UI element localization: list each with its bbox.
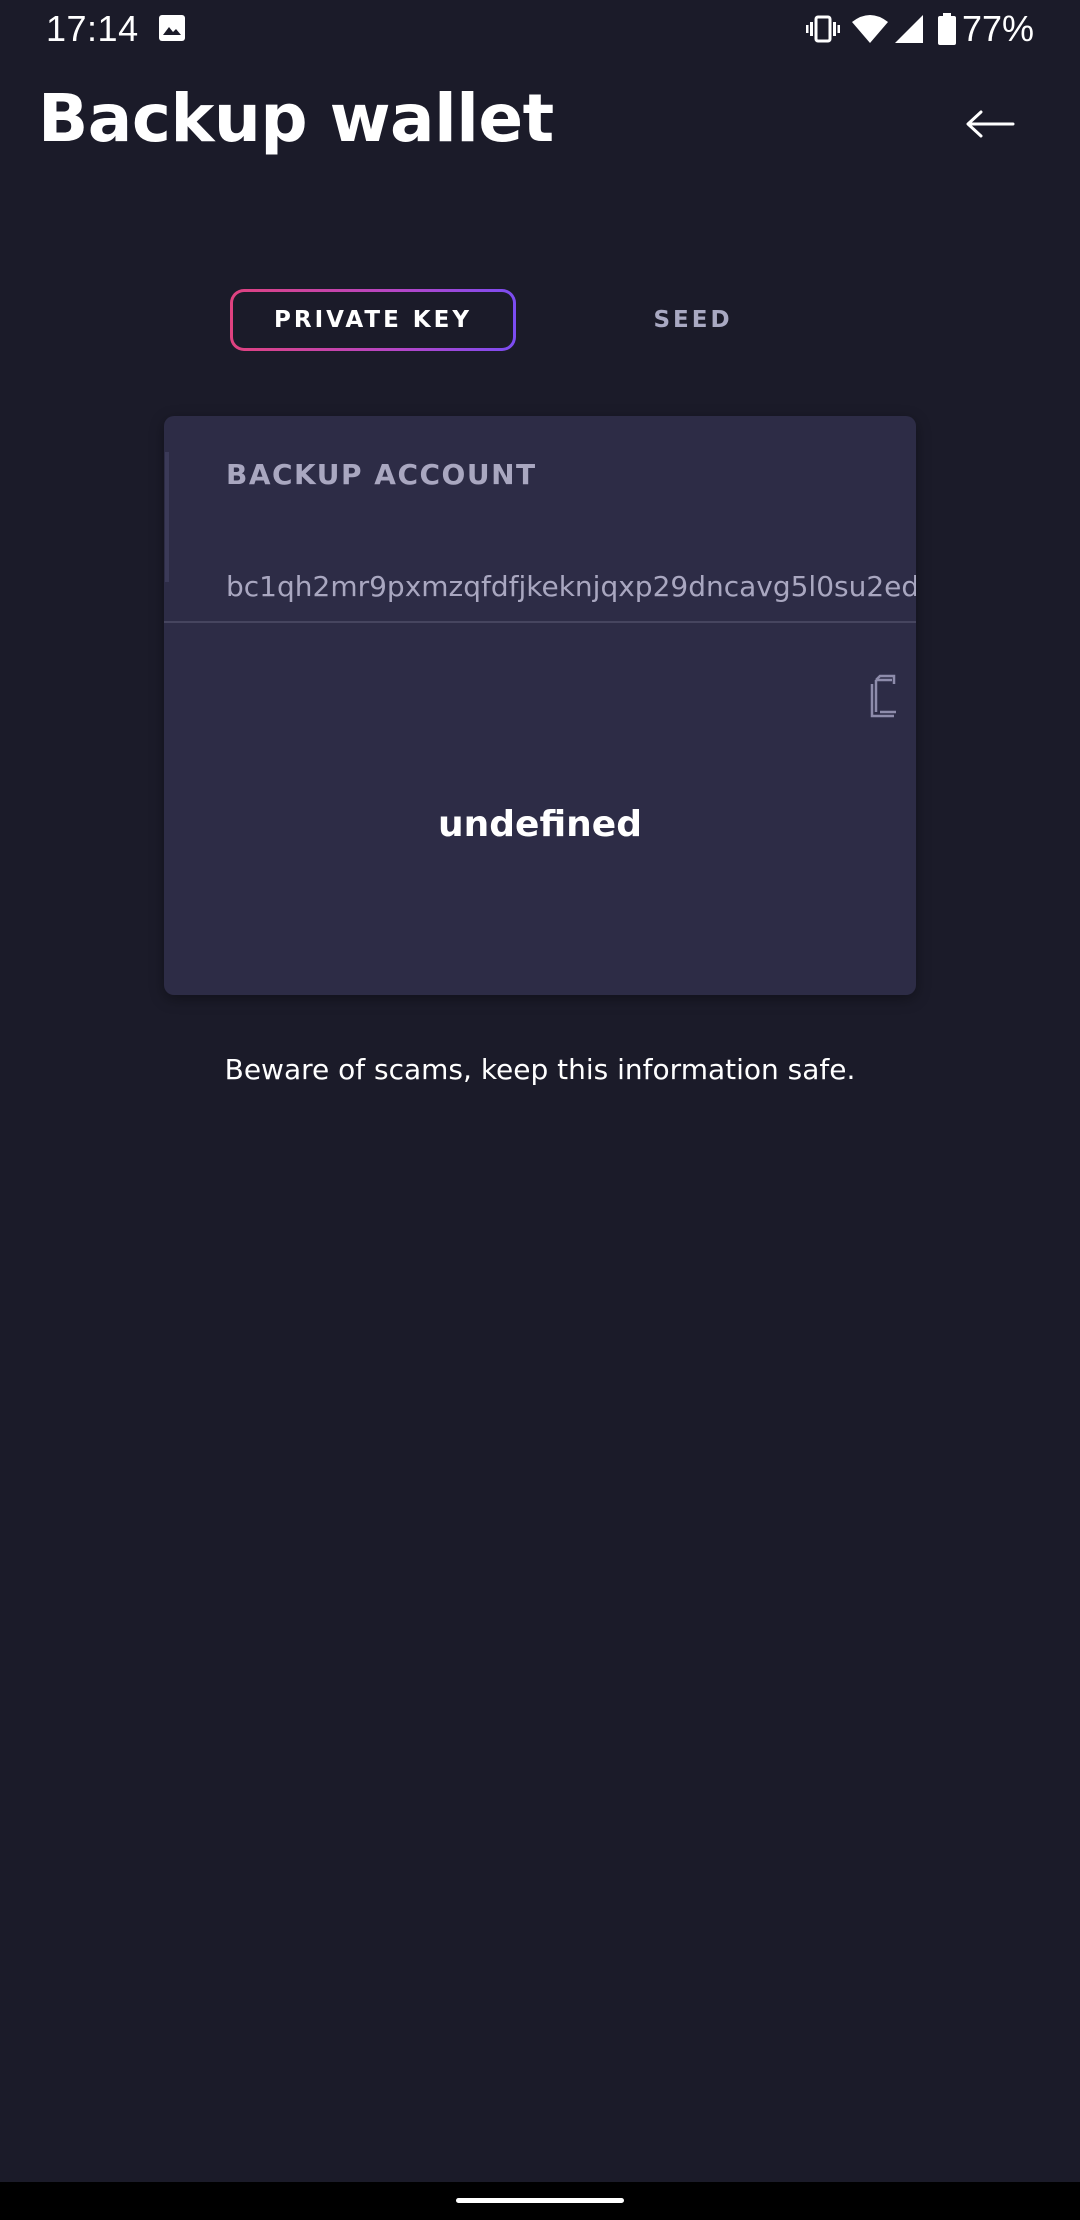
battery-percent: 77% xyxy=(961,8,1034,49)
tab-private-key[interactable]: PRIVATE KEY xyxy=(230,289,516,351)
copy-icon xyxy=(866,674,902,722)
tab-seed[interactable]: SEED xyxy=(600,289,786,351)
page-title: Backup wallet xyxy=(38,80,554,157)
back-button[interactable] xyxy=(954,96,1026,156)
wifi-icon xyxy=(851,14,888,44)
home-indicator[interactable] xyxy=(456,2198,624,2203)
status-time: 17:14 xyxy=(46,8,139,49)
backup-account-label: BACKUP ACCOUNT xyxy=(226,458,537,491)
backup-wallet-screen: 17:14 77% Backup wallet PRIVATE KEY SEED… xyxy=(0,0,1080,2220)
private-key-value: undefined xyxy=(438,804,642,845)
status-bar: 17:14 77% xyxy=(0,0,1080,58)
account-address: bc1qh2mr9pxmzqfdfjkeknjqxp29dncavg5l0su2… xyxy=(226,570,916,603)
status-icons: 77% xyxy=(805,8,1034,50)
security-warning: Beware of scams, keep this information s… xyxy=(224,1053,856,1086)
tab-private-key-label: PRIVATE KEY xyxy=(233,292,513,348)
cellular-signal-icon xyxy=(894,14,924,44)
backup-type-tabs: PRIVATE KEY SEED xyxy=(230,289,850,351)
vibrate-icon xyxy=(805,14,840,44)
copy-button[interactable] xyxy=(866,674,902,718)
image-icon xyxy=(158,14,186,42)
card-divider xyxy=(164,621,916,623)
navigation-bar xyxy=(0,2182,1080,2220)
card-accent-bar xyxy=(165,452,169,582)
backup-card: BACKUP ACCOUNT bc1qh2mr9pxmzqfdfjkeknjqx… xyxy=(164,416,916,995)
arrow-left-icon xyxy=(965,109,1015,143)
battery-icon xyxy=(937,13,956,45)
